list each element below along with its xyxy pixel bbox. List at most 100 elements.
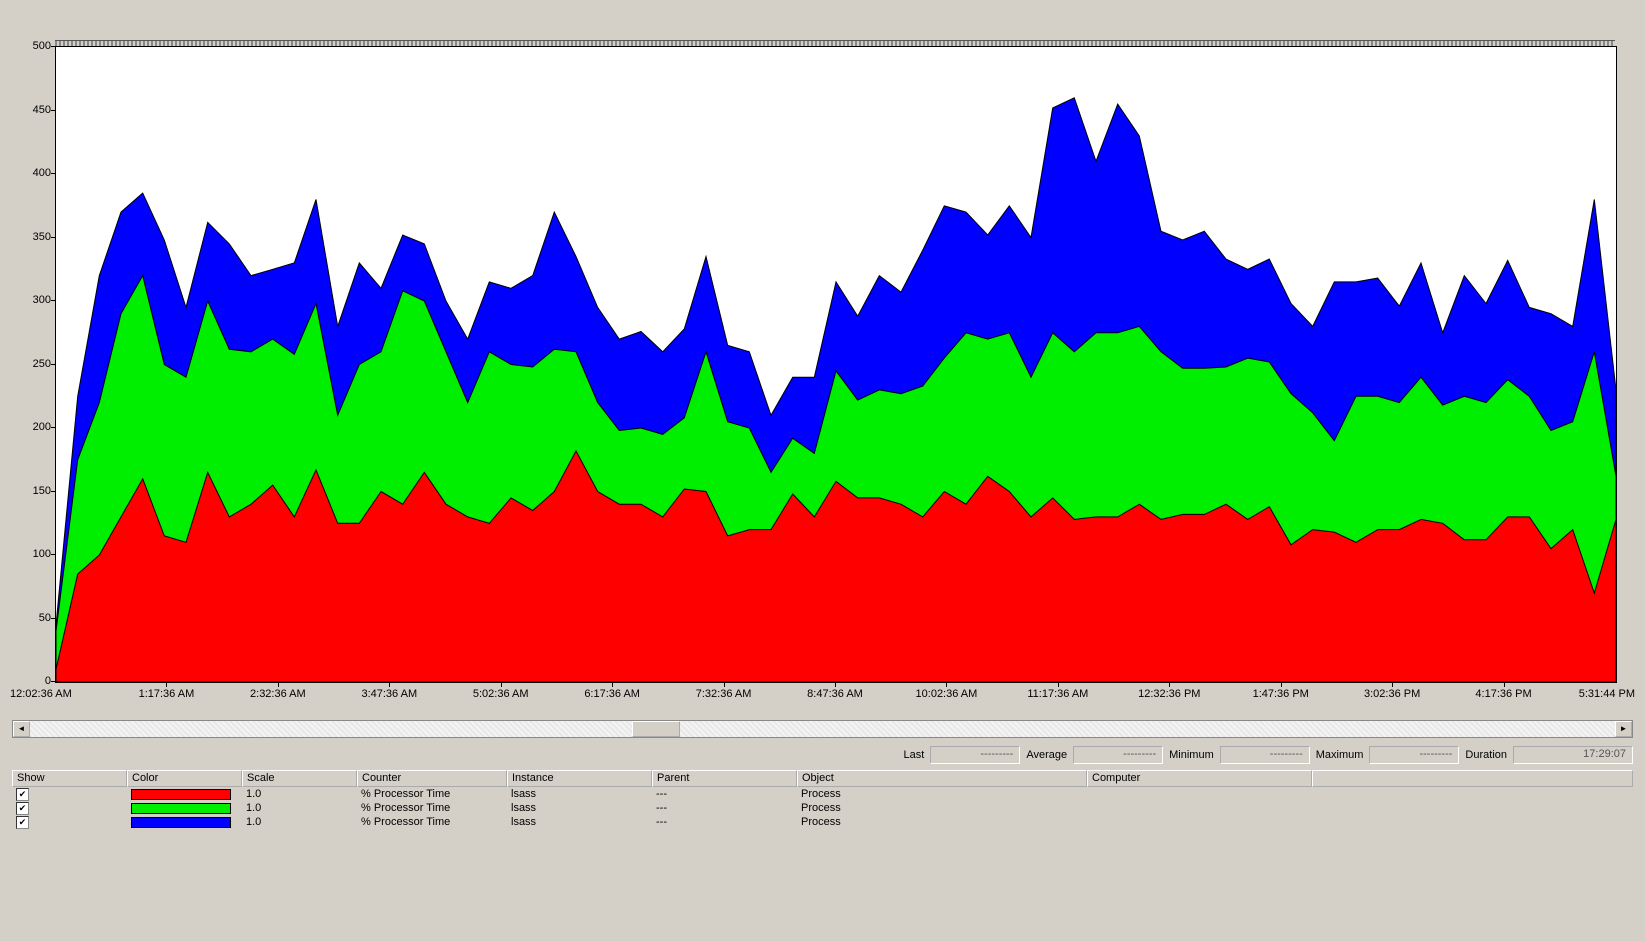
y-tick-label: 200: [11, 421, 51, 433]
table-row[interactable]: ✔ 1.0% Processor Timelsass---Process: [12, 815, 1633, 829]
show-checkbox[interactable]: ✔: [16, 802, 29, 815]
x-tick-mark: [835, 682, 836, 687]
col-parent[interactable]: Parent: [652, 770, 797, 787]
x-tick-mark: [278, 682, 279, 687]
show-checkbox[interactable]: ✔: [16, 816, 29, 829]
scroll-left-button[interactable]: ◄: [13, 721, 30, 737]
y-tick-mark: [51, 491, 55, 492]
chart-svg: [56, 47, 1616, 682]
last-value: ---------: [930, 746, 1020, 764]
col-extra[interactable]: [1312, 770, 1633, 787]
x-tick-label: 11:17:36 AM: [1027, 688, 1088, 700]
col-color[interactable]: Color: [127, 770, 242, 787]
cell-instance: lsass: [507, 816, 652, 828]
cell-scale: 1.0: [242, 788, 357, 800]
show-checkbox[interactable]: ✔: [16, 788, 29, 801]
cell-scale: 1.0: [242, 816, 357, 828]
cell-counter: % Processor Time: [357, 802, 507, 814]
y-tick-mark: [51, 554, 55, 555]
y-tick-label: 450: [11, 104, 51, 116]
col-instance[interactable]: Instance: [507, 770, 652, 787]
y-tick-mark: [51, 300, 55, 301]
chart-region: 0 50 100 150 200 250 300 350 400 450 500 1:17:36 A…: [0, 0, 1645, 720]
counter-grid[interactable]: Show Color Scale Counter Instance Parent…: [12, 770, 1633, 840]
perfmon-window: { "chart_data": { "type": "area", "ylim"…: [0, 0, 1645, 941]
y-tick-label: 500: [11, 40, 51, 52]
x-first-label: 12:02:36 AM: [10, 688, 72, 700]
y-tick-mark: [51, 173, 55, 174]
y-tick-label: 150: [11, 485, 51, 497]
y-tick-label: 100: [11, 548, 51, 560]
last-label: Last: [902, 749, 927, 761]
timeline-scrollbar[interactable]: ◄ ►: [12, 720, 1633, 738]
cell-object: Process: [797, 802, 1087, 814]
x-tick-mark: [166, 682, 167, 687]
x-tick-mark: [389, 682, 390, 687]
x-tick-mark: [1392, 682, 1393, 687]
cell-instance: lsass: [507, 788, 652, 800]
x-tick-mark: [1058, 682, 1059, 687]
x-tick-label: 1:17:36 AM: [139, 688, 195, 700]
x-last-label: 5:31:44 PM: [1579, 688, 1635, 700]
y-tick-mark: [51, 427, 55, 428]
minimum-label: Minimum: [1167, 749, 1216, 761]
x-tick-label: 8:47:36 AM: [807, 688, 863, 700]
x-tick-mark: [612, 682, 613, 687]
x-tick-label: 5:02:36 AM: [473, 688, 529, 700]
y-tick-mark: [51, 681, 55, 682]
x-tick-label: 10:02:36 AM: [916, 688, 978, 700]
x-tick-mark: [1169, 682, 1170, 687]
cell-instance: lsass: [507, 802, 652, 814]
color-swatch: [131, 803, 231, 814]
cell-object: Process: [797, 816, 1087, 828]
table-row[interactable]: ✔ 1.0% Processor Timelsass---Process: [12, 787, 1633, 801]
x-tick-mark: [724, 682, 725, 687]
maximum-label: Maximum: [1314, 749, 1366, 761]
y-tick-label: 350: [11, 231, 51, 243]
y-tick-label: 0: [11, 675, 51, 687]
y-tick-label: 250: [11, 358, 51, 370]
stats-bar: Last --------- Average --------- Minimum…: [12, 744, 1633, 766]
grid-header: Show Color Scale Counter Instance Parent…: [12, 770, 1633, 787]
color-swatch: [131, 789, 231, 800]
cell-parent: ---: [652, 788, 797, 800]
y-tick-mark: [51, 364, 55, 365]
y-tick-label: 50: [11, 612, 51, 624]
cell-object: Process: [797, 788, 1087, 800]
maximum-value: ---------: [1369, 746, 1459, 764]
y-tick-label: 400: [11, 167, 51, 179]
y-tick-mark: [51, 110, 55, 111]
y-tick-mark: [51, 618, 55, 619]
x-tick-label: 6:17:36 AM: [584, 688, 640, 700]
duration-value: 17:29:07: [1513, 746, 1633, 764]
y-tick-label: 300: [11, 294, 51, 306]
col-show[interactable]: Show: [12, 770, 127, 787]
col-counter[interactable]: Counter: [357, 770, 507, 787]
cell-counter: % Processor Time: [357, 816, 507, 828]
average-label: Average: [1024, 749, 1069, 761]
cell-counter: % Processor Time: [357, 788, 507, 800]
x-tick-mark: [501, 682, 502, 687]
cell-parent: ---: [652, 816, 797, 828]
col-computer[interactable]: Computer: [1087, 770, 1312, 787]
x-tick-label: 4:17:36 PM: [1475, 688, 1531, 700]
cell-parent: ---: [652, 802, 797, 814]
table-row[interactable]: ✔ 1.0% Processor Timelsass---Process: [12, 801, 1633, 815]
x-tick-label: 7:32:36 AM: [696, 688, 752, 700]
cell-scale: 1.0: [242, 802, 357, 814]
x-tick-mark: [1281, 682, 1282, 687]
col-object[interactable]: Object: [797, 770, 1087, 787]
x-tick-mark: [946, 682, 947, 687]
scroll-thumb[interactable]: [632, 721, 680, 737]
scroll-right-button[interactable]: ►: [1615, 721, 1632, 737]
x-tick-label: 3:47:36 AM: [361, 688, 417, 700]
x-tick-label: 1:47:36 PM: [1253, 688, 1309, 700]
y-tick-mark: [51, 46, 55, 47]
scroll-track[interactable]: [30, 721, 1615, 737]
y-tick-mark: [51, 237, 55, 238]
color-swatch: [131, 817, 231, 828]
average-value: ---------: [1073, 746, 1163, 764]
x-tick-mark: [1504, 682, 1505, 687]
col-scale[interactable]: Scale: [242, 770, 357, 787]
plot-area[interactable]: [55, 46, 1617, 683]
